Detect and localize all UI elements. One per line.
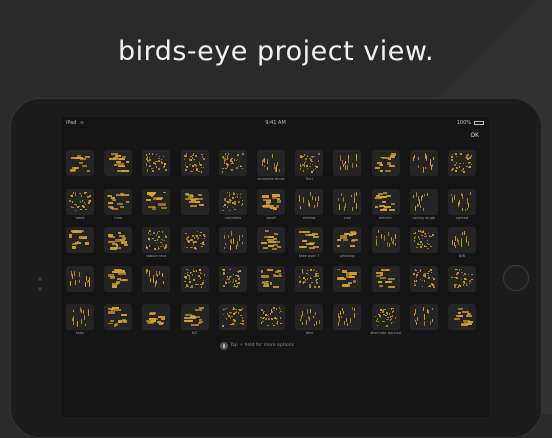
project-thumbnail <box>180 150 209 176</box>
project-thumbnail <box>409 304 438 330</box>
project-thumbnail <box>371 150 400 176</box>
project-thumbnail <box>142 304 171 330</box>
project-thumbnail <box>448 150 476 176</box>
project-thumbnail <box>409 188 438 215</box>
project-thumbnail <box>448 227 476 253</box>
project-thumbnail <box>142 227 171 253</box>
project-thumbnail <box>333 304 362 330</box>
ok-button[interactable]: OK <box>470 132 479 139</box>
project-thumbnail <box>218 188 247 215</box>
project-thumbnail <box>218 304 247 330</box>
project-thumbnail <box>66 188 94 215</box>
project-thumbnail <box>295 227 324 253</box>
project-label: 8/8 <box>459 254 465 258</box>
side-dot <box>38 287 42 291</box>
project-thumbnail <box>257 227 285 253</box>
project-thumbnail <box>142 188 171 215</box>
project-thumbnail <box>371 227 400 253</box>
project-thumbnail <box>295 304 324 330</box>
headline: birds-eye project view. <box>117 36 435 67</box>
hint-text: Tap + hold for more options <box>230 343 294 348</box>
project-thumbnail <box>333 265 362 292</box>
project-thumbnail <box>218 265 247 292</box>
project-thumbnail <box>104 227 133 253</box>
project-label: men <box>114 215 123 220</box>
project-thumbnail <box>409 150 438 176</box>
project-thumbnail <box>333 188 362 215</box>
project-thumbnail <box>371 188 400 215</box>
project-thumbnail <box>180 265 209 292</box>
project-thumbnail <box>448 188 476 215</box>
project-thumbnail <box>295 188 324 215</box>
hint: Tap + hold for more options <box>220 341 294 351</box>
project-thumbnail <box>142 265 171 292</box>
project-label: phasing <box>340 254 355 258</box>
project-thumbnail <box>448 265 476 292</box>
project-thumbnail <box>333 227 362 253</box>
project-thumbnail <box>295 265 324 292</box>
status-bar: iPad ≈ 9:41 AM 100% <box>62 117 489 129</box>
battery-icon <box>474 121 484 125</box>
project-label: fluri <box>305 177 313 181</box>
project-thumbnail <box>104 304 133 330</box>
project-thumbnail <box>257 304 285 330</box>
project-thumbnail <box>218 227 247 253</box>
project-thumbnail <box>371 265 400 292</box>
project-thumbnail <box>257 265 285 292</box>
battery-percent: 100% <box>456 120 471 126</box>
project-thumbnail <box>66 150 94 176</box>
home-button <box>503 265 529 291</box>
project-thumbnail <box>180 304 209 330</box>
project-thumbnail <box>104 150 133 176</box>
project-thumbnail <box>295 150 324 176</box>
project-label: spread <box>455 215 469 220</box>
project-label: tabs <box>76 331 84 335</box>
project-label: alternate bounce <box>370 331 401 335</box>
project-label: bird <box>305 331 313 335</box>
project-thumbnail <box>180 227 209 253</box>
project-label: tabula rasa <box>146 254 167 258</box>
project-thumbnail <box>409 265 438 292</box>
touch-icon <box>220 342 228 350</box>
project-thumbnail <box>104 265 133 292</box>
project-thumbnail <box>66 227 94 253</box>
project-thumbnail <box>371 304 400 330</box>
project-thumbnail <box>409 227 438 253</box>
project-thumbnail <box>448 304 476 330</box>
project-thumbnail <box>66 304 94 330</box>
project-thumbnail <box>218 150 247 176</box>
project-thumbnail <box>257 150 285 176</box>
project-label: 6/2 <box>191 331 198 335</box>
project-thumbnail <box>142 150 171 176</box>
project-thumbnail <box>66 265 94 292</box>
project-thumbnail <box>180 188 209 215</box>
side-dot <box>38 277 42 281</box>
project-thumbnail <box>104 188 133 215</box>
ipad-screen: iPad ≈ 9:41 AM 100% OK scramble blues flu… <box>62 117 489 417</box>
project-thumbnail <box>257 188 285 215</box>
clock: 9:41 AM <box>265 120 286 126</box>
project-thumbnail <box>333 150 362 176</box>
